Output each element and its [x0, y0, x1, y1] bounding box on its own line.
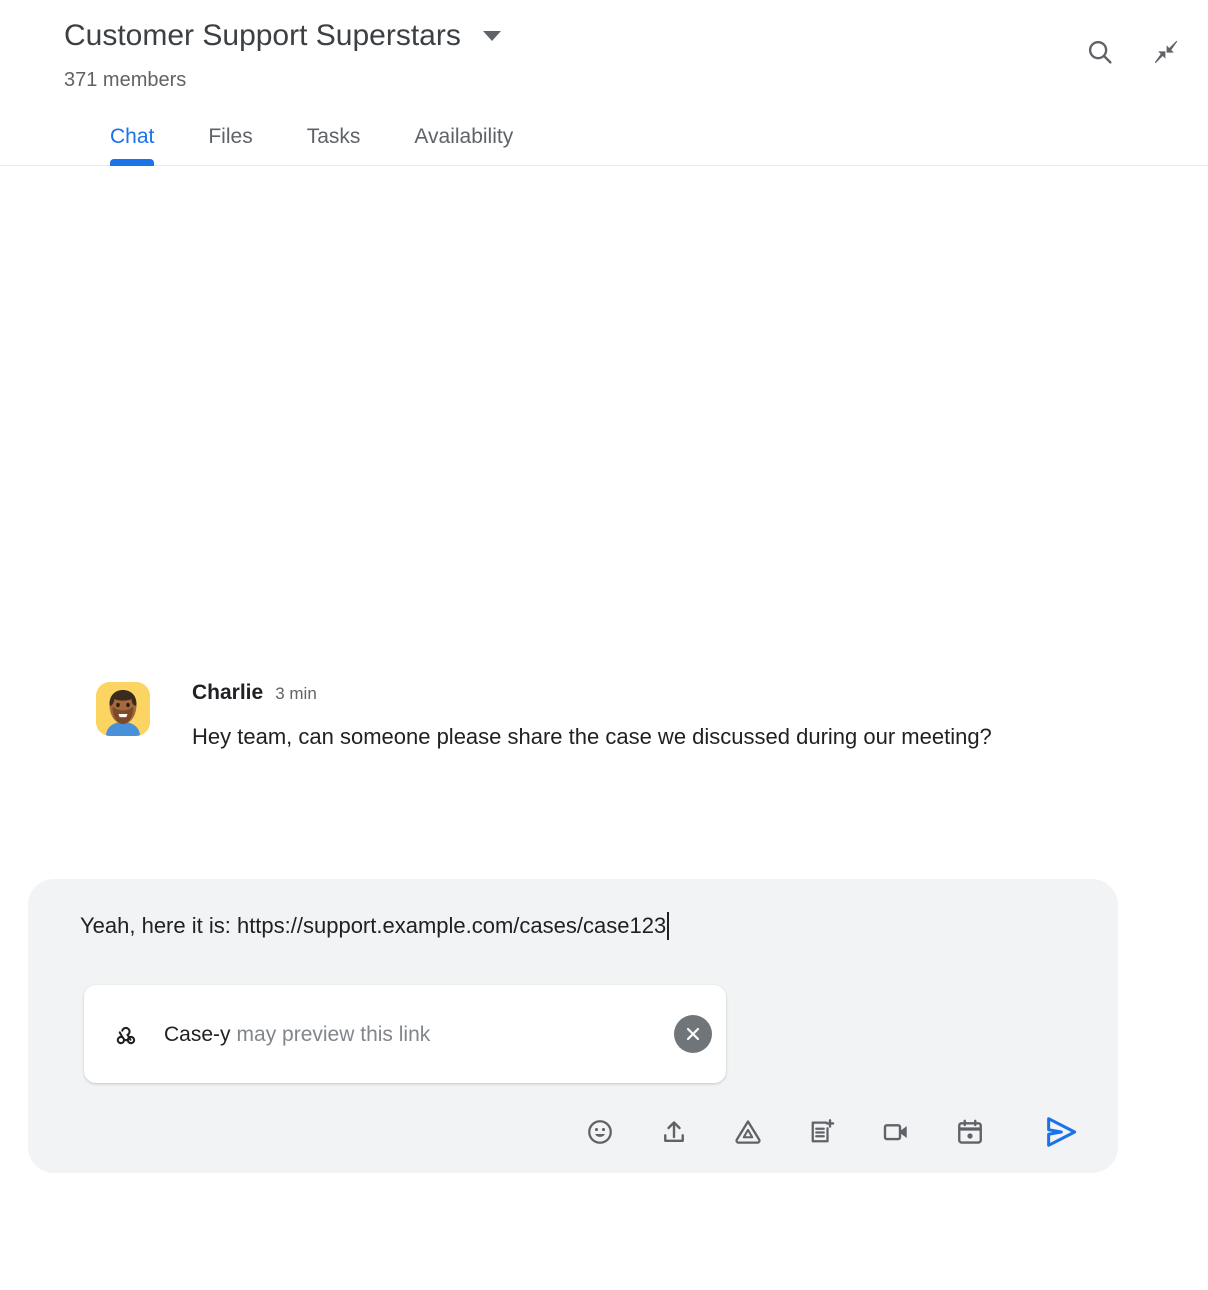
message-item: Charlie 3 min Hey team, can someone plea… — [96, 680, 1112, 757]
close-icon[interactable] — [674, 1015, 712, 1053]
tab-bar: Chat Files Tasks Availability — [0, 114, 1208, 166]
avatar[interactable] — [96, 682, 150, 736]
link-preview-chip[interactable]: Case-y may preview this link — [84, 985, 726, 1083]
message-text: Hey team, can someone please share the c… — [192, 724, 992, 749]
google-drive-icon[interactable] — [728, 1112, 768, 1152]
create-document-icon[interactable] — [802, 1112, 842, 1152]
tab-availability-label: Availability — [414, 125, 514, 148]
video-camera-icon[interactable] — [876, 1112, 916, 1152]
message-stream[interactable]: Charlie 3 min Hey team, can someone plea… — [0, 166, 1208, 856]
message-timestamp: 3 min — [275, 684, 317, 703]
message-header: Charlie 3 min — [192, 680, 1112, 705]
chat-room-window: Customer Support Superstars 371 members — [0, 0, 1208, 1290]
link-preview-text: Case-y may preview this link — [164, 1022, 430, 1047]
tab-chat-label: Chat — [110, 125, 155, 148]
text-cursor — [667, 912, 670, 940]
search-icon[interactable] — [1084, 36, 1116, 68]
link-preview-note: may preview this link — [236, 1022, 431, 1046]
compose-input[interactable]: Yeah, here it is: https://support.exampl… — [58, 909, 1088, 943]
collapse-icon[interactable] — [1150, 36, 1182, 68]
tab-tasks-label: Tasks — [306, 125, 361, 148]
room-title-row[interactable]: Customer Support Superstars — [0, 14, 1208, 58]
upload-icon[interactable] — [654, 1112, 694, 1152]
tab-chat[interactable]: Chat — [110, 124, 155, 166]
message-body: Charlie 3 min Hey team, can someone plea… — [192, 680, 1112, 757]
link-preview-app-name: Case-y — [164, 1022, 231, 1046]
send-icon[interactable] — [1038, 1109, 1084, 1155]
tab-files[interactable]: Files — [208, 124, 252, 165]
tab-files-label: Files — [208, 125, 253, 148]
room-header: Customer Support Superstars 371 members — [0, 0, 1208, 92]
tab-tasks[interactable]: Tasks — [307, 124, 361, 165]
header-actions — [1084, 36, 1182, 68]
message-author: Charlie — [192, 681, 264, 704]
webhook-icon — [112, 1020, 140, 1048]
compose-toolbar — [58, 1109, 1088, 1155]
member-count: 371 members — [64, 69, 187, 91]
tab-availability[interactable]: Availability — [414, 124, 513, 165]
compose-input-value: Yeah, here it is: https://support.exampl… — [80, 913, 667, 938]
compose-area: Yeah, here it is: https://support.exampl… — [28, 879, 1118, 1173]
chevron-down-icon[interactable] — [482, 31, 501, 41]
page-title: Customer Support Superstars — [64, 19, 461, 52]
emoji-icon[interactable] — [580, 1112, 620, 1152]
calendar-icon[interactable] — [950, 1112, 990, 1152]
